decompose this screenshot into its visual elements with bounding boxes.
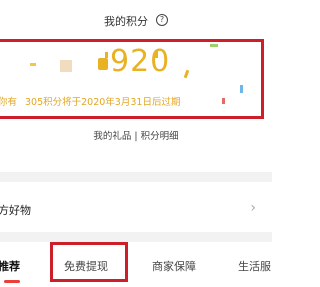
active-tab-indicator — [4, 280, 20, 283]
section-divider — [0, 172, 272, 182]
tab-recommend[interactable]: 推荐 — [0, 258, 20, 274]
page-title: 我的积分 — [103, 15, 148, 28]
chevron-right-icon: › — [250, 200, 256, 216]
highlight-box-tab — [50, 242, 128, 282]
gift-detail-links[interactable]: 我的礼品 | 积分明细 — [0, 128, 272, 142]
goods-row[interactable]: 方好物 › — [0, 196, 272, 224]
tab-merchant-guarantee[interactable]: 商家保障 — [152, 258, 196, 274]
goods-label: 方好物 — [0, 204, 31, 217]
highlight-box-points — [0, 39, 264, 119]
tab-bar: 推荐 免费提现 商家保障 生活服 — [0, 250, 272, 283]
tab-life-service[interactable]: 生活服 — [238, 258, 271, 274]
section-divider — [0, 232, 272, 242]
header: 我的积分 ? — [0, 10, 272, 32]
question-circle-icon[interactable]: ? — [156, 13, 169, 26]
